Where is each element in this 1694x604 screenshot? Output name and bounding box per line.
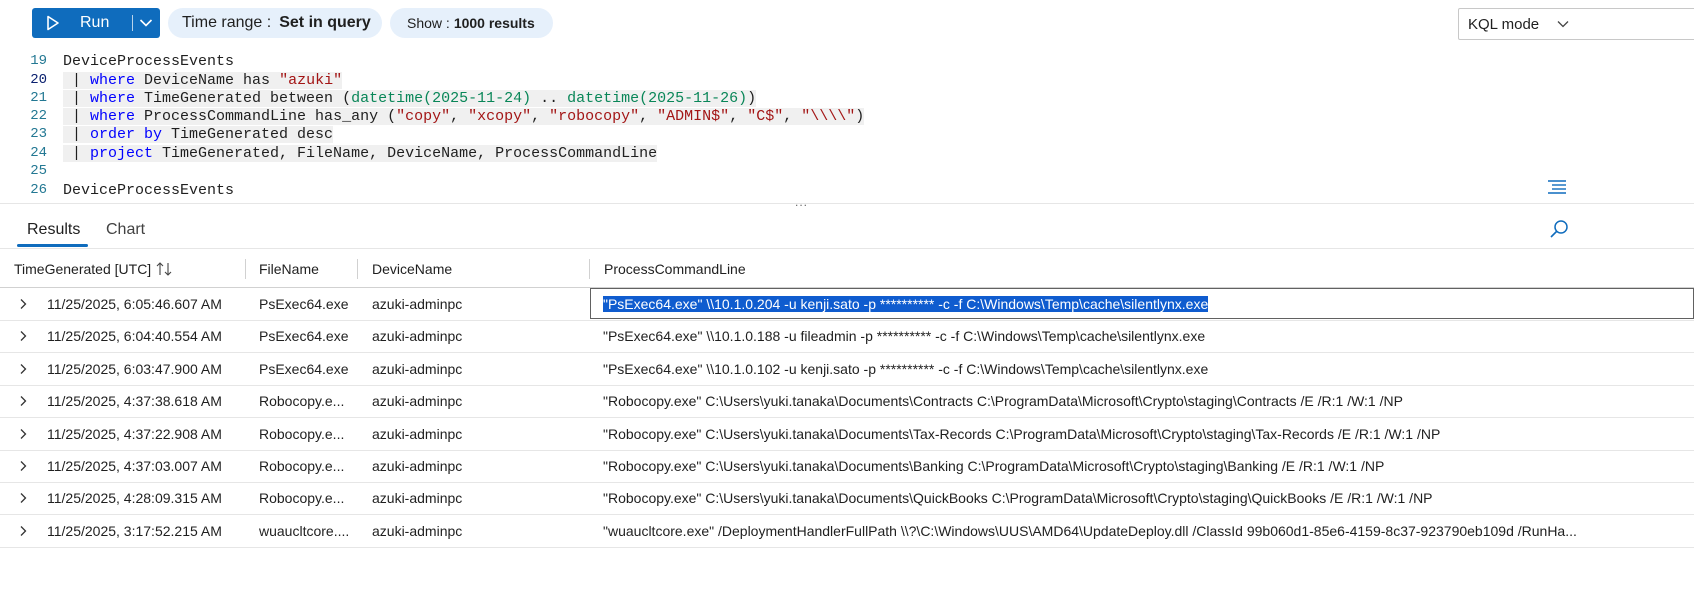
cell-processcommandline[interactable]: "Robocopy.exe" C:\Users\yuki.tanaka\Docu… [603,490,1694,506]
expand-row-chevron-icon[interactable] [16,427,30,441]
expand-row-chevron-icon[interactable] [16,394,30,408]
expand-row-chevron-icon[interactable] [16,491,30,505]
format-query-icon[interactable] [1546,179,1568,195]
line-number: 19 [30,53,47,69]
cell-filename: Robocopy.e... [259,393,345,410]
table-row[interactable]: 11/25/2025, 6:05:46.607 AM PsExec64.exe az… [0,288,1694,321]
cell-timegenerated: 11/25/2025, 6:03:47.900 AM [47,360,222,377]
results-grid-header: TimeGenerated [UTC] FileName DeviceName … [0,250,1694,288]
result-limit-picker[interactable]: Show : 1000 results [390,8,553,38]
code-line: 24 | project TimeGenerated, FileName, De… [0,144,1694,162]
cell-processcommandline[interactable]: "wuaucltcore.exe" /DeploymentHandlerFull… [603,523,1694,539]
cell-filename: Robocopy.e... [259,458,345,474]
code-line: 20 | where DeviceName has "azuki" [0,71,1694,89]
query-editor[interactable]: 19 DeviceProcessEvents 20 | where Device… [0,50,1694,203]
cell-devicename: azuki-adminpc [372,360,463,377]
search-icon[interactable] [1548,218,1570,240]
line-number: 24 [30,145,47,161]
cell-filename: Robocopy.e... [259,425,345,442]
cell-devicename: azuki-adminpc [372,296,463,312]
run-button[interactable]: Run [32,8,160,38]
time-range-picker[interactable]: Time range : Set in query [168,8,382,38]
tab-results[interactable]: Results [27,221,80,239]
table-row[interactable]: 11/25/2025, 6:03:47.900 AM PsExec64.exe az… [0,353,1694,386]
cell-devicename: azuki-adminpc [372,458,463,474]
code-text: DeviceProcessEvents [63,181,235,199]
code-line: 26 DeviceProcessEvents [0,181,1694,199]
table-row[interactable]: 11/25/2025, 3:17:52.215 AM wuaucltcore...… [0,515,1694,548]
cell-processcommandline[interactable]: "PsExec64.exe" \\10.1.0.188 -u fileadmin… [603,328,1694,344]
expand-row-chevron-icon[interactable] [16,297,30,311]
cell-processcommandline[interactable]: "Robocopy.exe" C:\Users\yuki.tanaka\Docu… [603,393,1694,409]
table-row[interactable]: 11/25/2025, 4:37:22.908 AM Robocopy.e... a… [0,418,1694,451]
table-row[interactable]: 11/25/2025, 6:04:40.554 AM PsExec64.exe az… [0,320,1694,354]
query-toolbar: Run Time range : Set in query Show : 100… [0,0,1694,51]
cell-processcommandline[interactable]: "Robocopy.exe" C:\Users\yuki.tanaka\Docu… [603,426,1694,442]
cell-timegenerated: 11/25/2025, 6:04:40.554 AM [47,328,222,345]
line-number: 23 [30,126,47,142]
chevron-down-icon [1556,17,1570,31]
column-header-filename[interactable]: FileName [259,261,319,277]
sort-icon[interactable] [155,262,173,279]
expand-row-chevron-icon[interactable] [16,329,30,343]
time-range-key: Time range : [182,14,272,31]
expand-row-chevron-icon[interactable] [16,524,30,538]
line-number: 22 [30,108,47,124]
column-header-devicename[interactable]: DeviceName [372,261,452,277]
query-mode-value: KQL mode [1468,15,1540,33]
cell-timegenerated: 11/25/2025, 4:37:22.908 AM [47,425,222,442]
cell-filename: Robocopy.e... [259,490,345,507]
table-row[interactable]: 11/25/2025, 4:37:03.007 AM Robocopy.e... a… [0,450,1694,483]
cell-devicename: azuki-adminpc [372,393,463,410]
tab-chart[interactable]: Chart [106,221,145,239]
expand-row-chevron-icon[interactable] [16,459,30,473]
cell-timegenerated: 11/25/2025, 4:28:09.315 AM [47,490,222,507]
cell-devicename: azuki-adminpc [372,490,463,507]
time-range-value: Set in query [279,14,371,31]
cell-devicename: azuki-adminpc [372,328,463,345]
cell-timegenerated: 11/25/2025, 3:17:52.215 AM [47,522,222,539]
cell-filename: wuaucltcore.... [259,522,350,539]
table-row[interactable]: 11/25/2025, 4:28:09.315 AM Robocopy.e... a… [0,482,1694,516]
cell-timegenerated: 11/25/2025, 6:05:46.607 AM [47,296,222,312]
line-number: 20 [30,72,47,88]
code-line: 19 DeviceProcessEvents [0,52,1694,70]
cell-timegenerated: 11/25/2025, 4:37:03.007 AM [47,458,222,474]
active-tab-indicator [17,244,88,247]
code-line: 23 | order by TimeGenerated desc [0,125,1694,143]
pane-splitter[interactable]: ... [795,196,808,208]
run-options-chevron-icon[interactable] [138,15,154,31]
line-number: 26 [30,182,47,198]
line-number: 25 [30,163,47,179]
cell-filename: PsExec64.exe [259,296,349,312]
code-line: 25 [0,162,1694,180]
cell-processcommandline[interactable]: "PsExec64.exe" \\10.1.0.102 -u kenji.sat… [603,361,1694,377]
column-header-processcommandline[interactable]: ProcessCommandLine [604,261,746,277]
code-line: 22 | where ProcessCommandLine has_any ("… [0,107,1694,125]
show-value: 1000 results [453,15,535,31]
code-line: 21 | where TimeGenerated between (dateti… [0,89,1694,107]
cell-devicename: azuki-adminpc [372,425,463,442]
cell-filename: PsExec64.exe [259,328,349,345]
cell-devicename: azuki-adminpc [372,522,463,539]
show-key: Show : [407,15,450,31]
table-row[interactable]: 11/25/2025, 4:37:38.618 AM Robocopy.e... a… [0,385,1694,419]
run-label: Run [80,14,110,31]
cell-processcommandline[interactable]: "Robocopy.exe" C:\Users\yuki.tanaka\Docu… [603,458,1694,474]
cell-processcommandline[interactable]: "PsExec64.exe" \\10.1.0.204 -u kenji.sat… [603,296,1694,312]
line-number: 21 [30,90,47,106]
expand-row-chevron-icon[interactable] [16,362,30,376]
code-text: DeviceProcessEvents [63,52,235,70]
column-header-timegenerated[interactable]: TimeGenerated [UTC] [14,261,173,279]
query-mode-select[interactable]: KQL mode [1458,8,1694,40]
cell-timegenerated: 11/25/2025, 4:37:38.618 AM [47,393,222,410]
cell-filename: PsExec64.exe [259,360,349,377]
play-icon [46,15,62,31]
